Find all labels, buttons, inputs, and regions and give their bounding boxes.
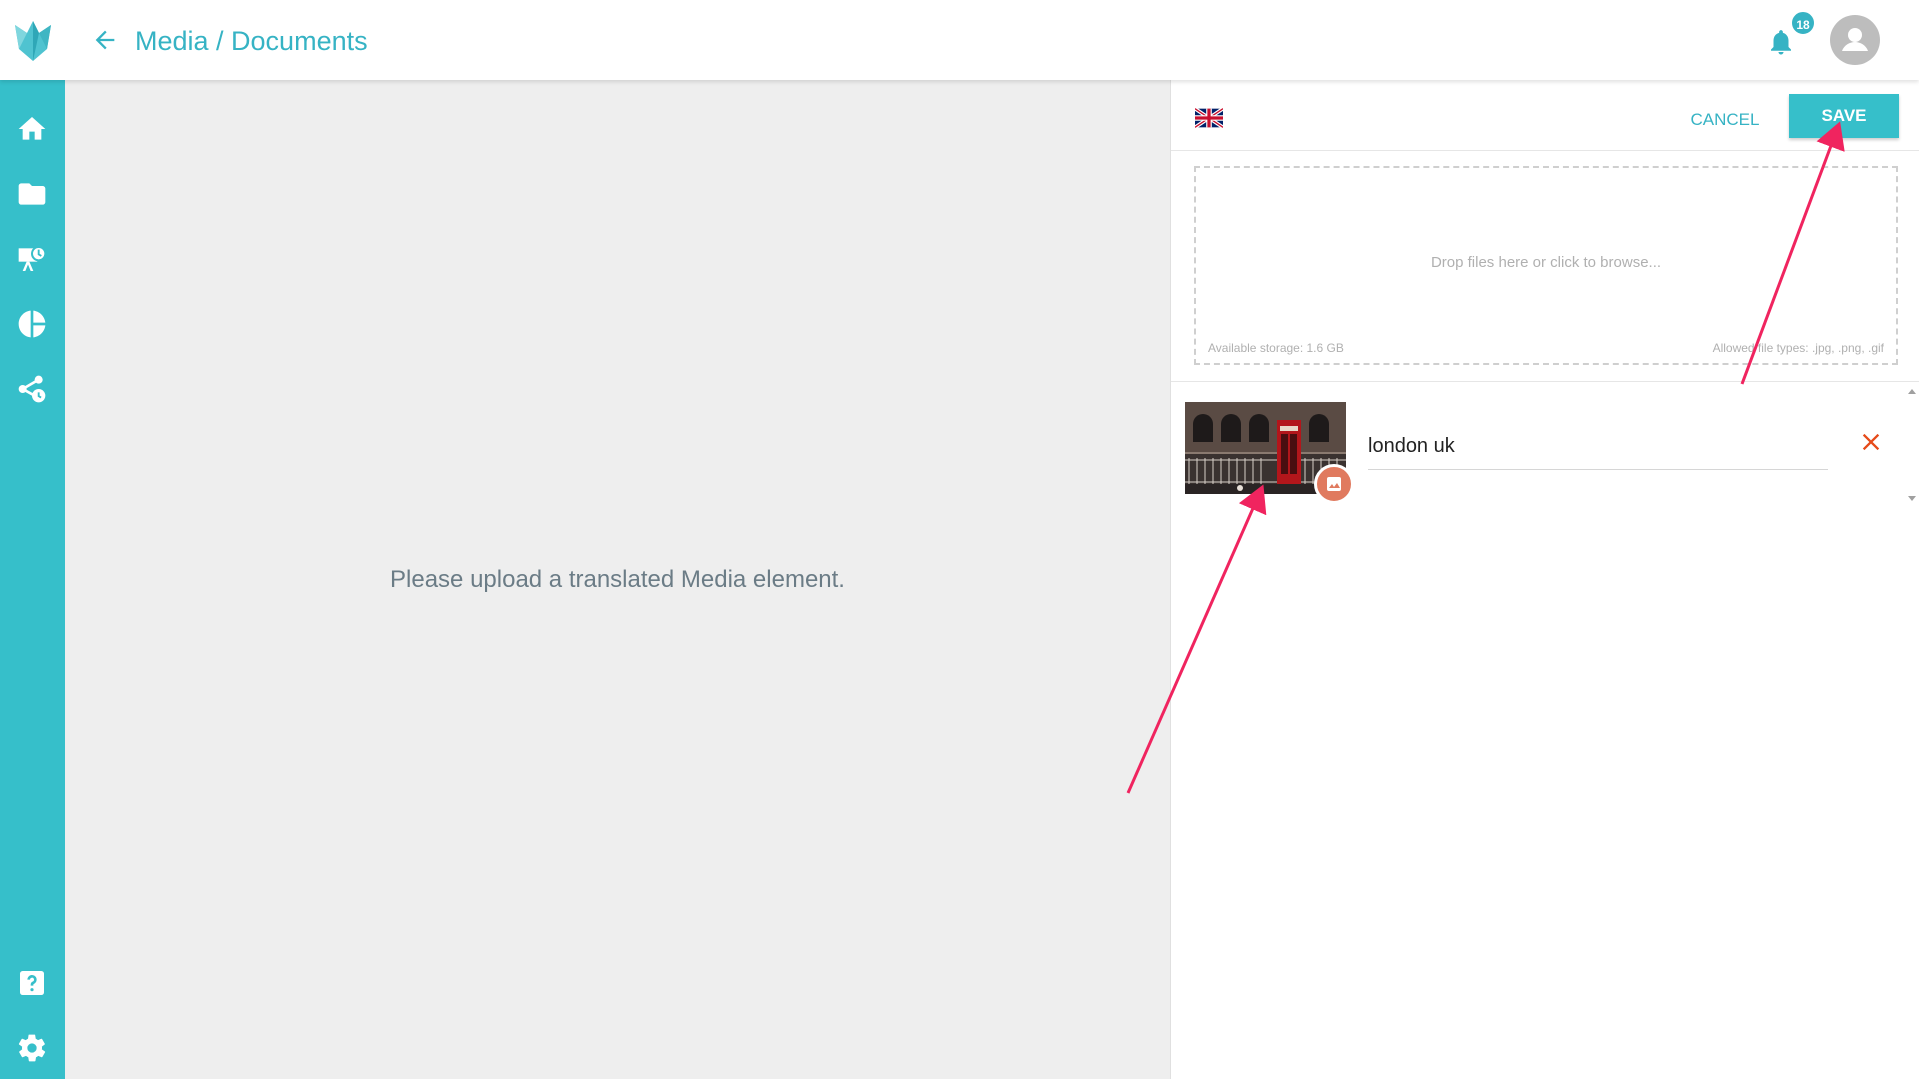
file-list-scrollbar[interactable] [1904,383,1919,507]
top-bar: Media / Documents 18 [0,0,1919,80]
share-clock-icon[interactable] [16,373,48,405]
presentation-clock-icon[interactable] [16,243,48,275]
sidebar [0,80,65,1079]
close-icon[interactable] [1857,428,1885,456]
arrow-left-icon[interactable] [91,26,119,54]
pie-chart-icon[interactable] [16,308,48,340]
list-divider [1171,381,1919,382]
user-silhouette-icon [1842,28,1868,51]
translation-panel: CANCEL SAVE Drop files here or click to … [1170,80,1919,1079]
file-name-input[interactable] [1368,424,1828,470]
bell-icon[interactable] [1766,27,1796,57]
folder-icon[interactable] [16,178,48,210]
empty-message: Please upload a translated Media element… [390,566,845,593]
image-icon [1327,477,1341,491]
cancel-button[interactable]: CANCEL [1661,102,1789,138]
home-icon[interactable] [16,113,48,145]
uk-flag-icon[interactable] [1195,108,1223,128]
notification-badge: 18 [1790,10,1816,36]
dropzone-text: Drop files here or click to browse... [1430,254,1662,271]
fox-logo-icon[interactable] [13,19,53,63]
gear-icon[interactable] [16,1032,48,1064]
available-storage: Available storage: 1.6 GB [1208,341,1344,355]
main-content: Please upload a translated Media element… [65,80,1170,1079]
file-list-item [1185,402,1895,506]
save-button[interactable]: SAVE [1789,94,1899,138]
help-icon[interactable] [16,967,48,999]
breadcrumb: Media / Documents [135,26,368,56]
allowed-file-types: Allowed file types: .jpg, .png, .gif [1712,341,1884,355]
user-avatar-icon[interactable] [1830,15,1880,65]
file-dropzone[interactable]: Drop files here or click to browse... Av… [1194,166,1898,365]
header-divider [1171,150,1919,151]
image-type-icon[interactable] [1314,464,1354,504]
scroll-down-icon[interactable] [1908,496,1916,501]
scroll-up-icon[interactable] [1908,389,1916,394]
